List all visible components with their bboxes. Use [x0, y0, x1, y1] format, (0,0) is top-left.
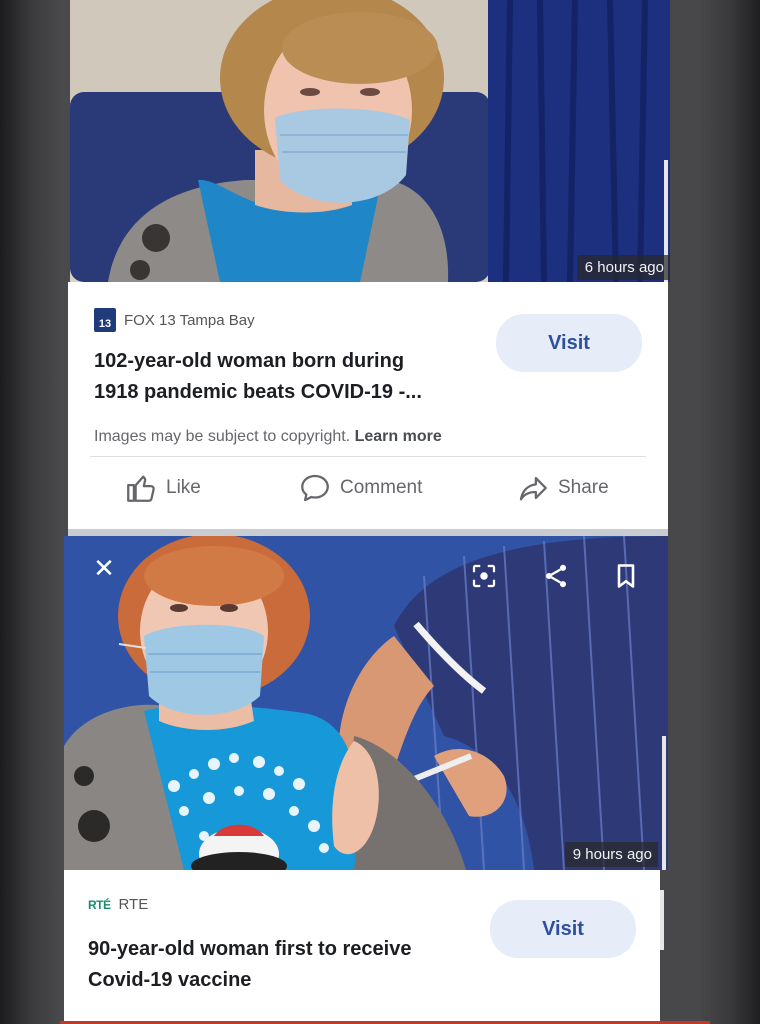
- bookmark-icon[interactable]: [606, 556, 646, 596]
- rte-logo-icon: RTÉ: [88, 897, 111, 912]
- post2-visit-button[interactable]: Visit: [490, 900, 636, 958]
- post2-source[interactable]: RTÉ RTE: [88, 896, 148, 913]
- share-arrow-icon: [519, 476, 547, 501]
- post1-headline[interactable]: 102-year-old woman born during 1918 pand…: [94, 346, 494, 408]
- post2-card: RTÉ RTE 90-year-old woman first to recei…: [64, 870, 664, 1024]
- post1-copyright-notice: Images may be subject to copyright. Lear…: [94, 428, 442, 445]
- share-button[interactable]: Share: [516, 471, 609, 505]
- post1-source[interactable]: 13 FOX 13 Tampa Bay: [94, 308, 255, 332]
- fox13-logo-icon: 13: [94, 308, 116, 332]
- post1-divider: [90, 456, 646, 457]
- comment-button[interactable]: Comment: [298, 471, 422, 505]
- post2-headline[interactable]: 90-year-old woman first to receive Covid…: [88, 934, 508, 996]
- thumbs-up-icon: [127, 475, 155, 502]
- like-button[interactable]: Like: [124, 471, 201, 505]
- share-nodes-icon[interactable]: [536, 556, 576, 596]
- close-icon[interactable]: ✕: [90, 553, 118, 583]
- bookmark-svg: [617, 564, 635, 588]
- vaccination-image: [64, 536, 668, 870]
- lens-scan-icon[interactable]: [464, 556, 504, 596]
- woman-portrait-image: [70, 0, 670, 282]
- lens-scan-svg: [472, 564, 496, 588]
- post1-source-name: FOX 13 Tampa Bay: [124, 311, 255, 329]
- post2-photo[interactable]: ✕ 9 hours ago: [64, 536, 668, 870]
- feed-separator: [68, 529, 668, 536]
- post1-timestamp: 6 hours ago: [576, 255, 670, 280]
- post1-card: 13 FOX 13 Tampa Bay 102-year-old woman b…: [68, 282, 668, 529]
- share-nodes-svg: [545, 564, 567, 588]
- scrollbar-track[interactable]: [660, 890, 664, 950]
- comment-bubble-icon: [301, 474, 329, 502]
- post2-source-name: RTE: [118, 896, 149, 913]
- post1-visit-button[interactable]: Visit: [496, 314, 642, 372]
- learn-more-link[interactable]: Learn more: [355, 428, 442, 445]
- post1-photo[interactable]: 6 hours ago: [70, 0, 670, 282]
- post2-timestamp: 9 hours ago: [564, 842, 658, 867]
